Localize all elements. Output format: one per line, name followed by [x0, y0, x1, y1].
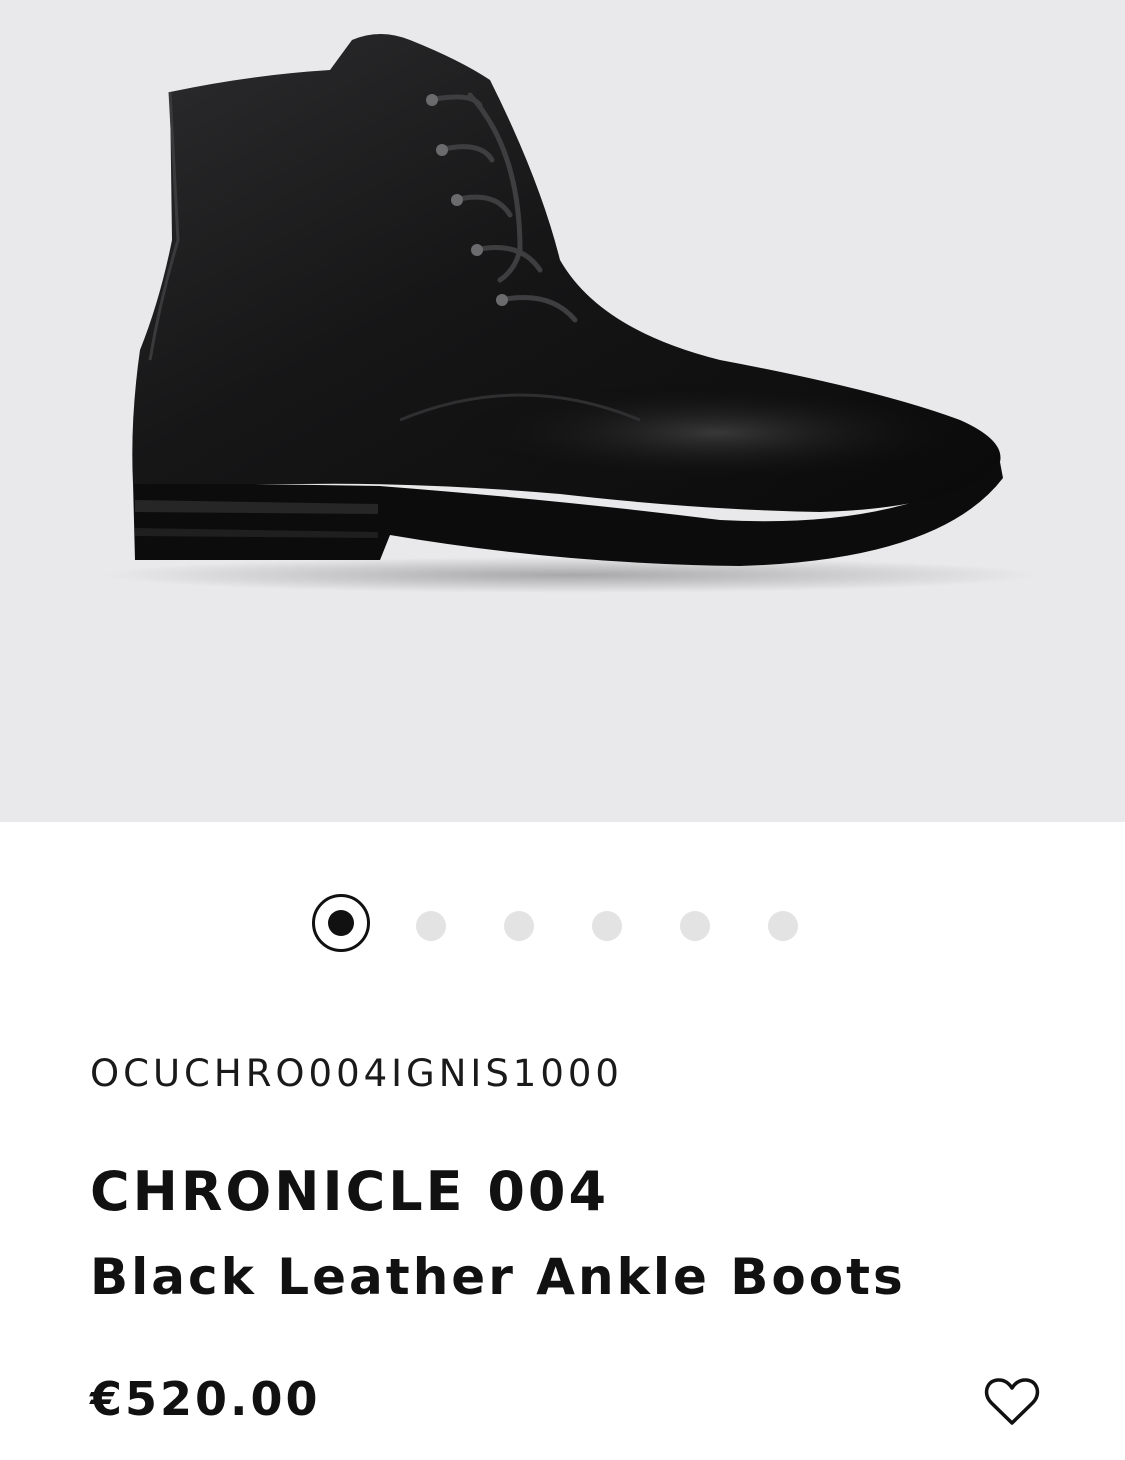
product-price: €520.00 — [90, 1372, 321, 1426]
product-image-area[interactable] — [0, 0, 1125, 822]
product-name: CHRONICLE 004 — [90, 1160, 610, 1223]
heart-icon — [984, 1378, 1040, 1425]
carousel-dot-4[interactable] — [592, 911, 622, 941]
product-sku: OCUCHRO004IGNIS1000 — [90, 1052, 623, 1095]
carousel-dot-6[interactable] — [768, 911, 798, 941]
product-description: Black Leather Ankle Boots — [90, 1248, 906, 1306]
boot-image — [100, 34, 1040, 593]
carousel-dot-2[interactable] — [416, 911, 446, 941]
carousel-dot-1[interactable] — [312, 894, 370, 952]
carousel-dot-5[interactable] — [680, 911, 710, 941]
carousel-pagination — [0, 894, 1125, 958]
carousel-dot-3[interactable] — [504, 911, 534, 941]
wishlist-button[interactable] — [983, 1376, 1041, 1428]
